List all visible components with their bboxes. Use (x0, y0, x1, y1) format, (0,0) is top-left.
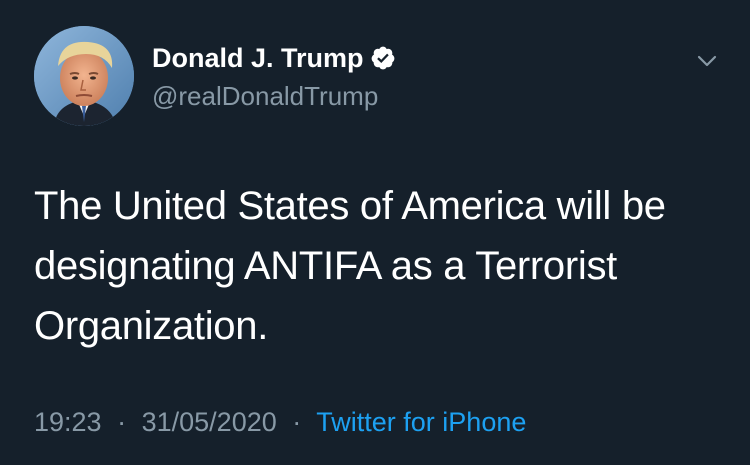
tweet-date[interactable]: 31/05/2020 (142, 407, 277, 437)
tweet-source-link[interactable]: Twitter for iPhone (316, 407, 526, 437)
verified-badge-icon (371, 46, 394, 70)
tweet-card: Donald J. Trump @realDonaldTrump The Uni… (0, 0, 750, 465)
author-display-name[interactable]: Donald J. Trump (152, 41, 364, 75)
tweet-metadata: 19:23 · 31/05/2020 · Twitter for iPhone (34, 404, 526, 440)
separator-dot: · (117, 407, 127, 437)
separator-dot: · (292, 407, 302, 437)
avatar[interactable] (34, 26, 134, 126)
author-display-name-row[interactable]: Donald J. Trump (152, 41, 396, 75)
author-handle[interactable]: @realDonaldTrump (152, 80, 378, 112)
tweet-text: The United States of America will be des… (34, 184, 666, 348)
chevron-down-icon[interactable] (692, 46, 722, 76)
avatar-photo (34, 26, 134, 126)
tweet-time[interactable]: 19:23 (34, 407, 102, 437)
